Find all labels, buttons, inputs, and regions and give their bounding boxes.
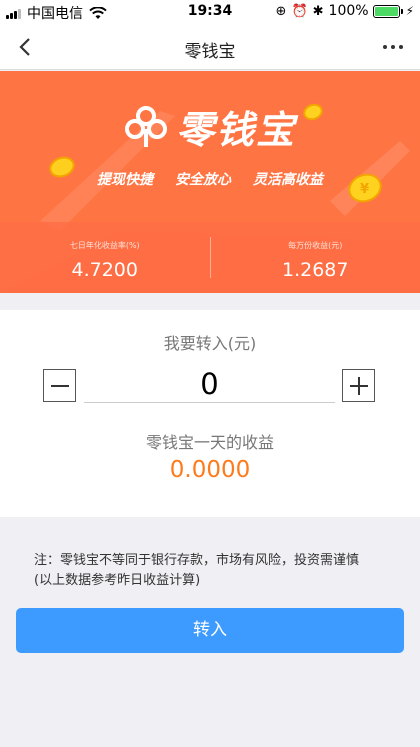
increase-button[interactable] <box>342 369 375 402</box>
bluetooth-icon: ✱ <box>312 3 324 19</box>
decrease-button[interactable] <box>43 369 76 402</box>
banner: 零钱宝 提现快捷 安全放心 灵活高收益 ¥ 七日年化收益率(%) 4.7200 … <box>0 71 420 293</box>
slogan-item: 提现快捷 <box>97 172 153 188</box>
slogan-item: 安全放心 <box>175 172 231 188</box>
stat-value: 4.7200 <box>71 259 138 281</box>
amount-input[interactable] <box>84 366 335 403</box>
notice-line: 注：零钱宝不等同于银行存款，市场有风险，投资需谨慎 <box>34 553 360 568</box>
orientation-lock-icon: ⊕ <box>275 3 287 19</box>
charging-icon: ⚡ <box>405 4 414 18</box>
transfer-in-button[interactable]: 转入 <box>16 608 404 653</box>
daily-earnings-label: 零钱宝一天的收益 <box>145 433 274 452</box>
status-bar: 中国电信 19:34 ⊕ ⏰ ✱ 100% ⚡ <box>0 0 420 24</box>
stat-label: 七日年化收益率(%) <box>69 241 140 250</box>
transfer-card: 我要转入(元) 零钱宝一天的收益 0.0000 <box>0 310 420 517</box>
slogan-item: 灵活高收益 <box>253 172 323 188</box>
more-button[interactable] <box>378 32 408 62</box>
risk-notice: 注：零钱宝不等同于银行存款，市场有风险，投资需谨慎 (以上数据参考昨日收益计算) <box>34 551 394 591</box>
battery-percent: 100% <box>328 3 369 19</box>
stat-seven-day-yield: 七日年化收益率(%) 4.7200 <box>0 222 210 293</box>
coin-icon: ¥ <box>348 173 382 203</box>
alarm-icon: ⏰ <box>291 3 308 19</box>
logo-clover-icon <box>124 105 167 147</box>
transfer-title: 我要转入(元) <box>163 334 257 353</box>
svg-text:¥: ¥ <box>360 182 369 197</box>
stat-per-ten-thousand: 每万份收益(元) 1.2687 <box>211 222 420 293</box>
status-right: ⊕ ⏰ ✱ 100% ⚡ <box>276 3 414 19</box>
stats-bar: 七日年化收益率(%) 4.7200 每万份收益(元) 1.2687 <box>0 222 420 293</box>
more-dots-icon <box>383 45 387 49</box>
daily-earnings-value: 0.0000 <box>169 457 251 483</box>
stat-label: 每万份收益(元) <box>288 241 343 250</box>
coin-icon <box>49 156 75 178</box>
stat-value: 1.2687 <box>282 259 349 281</box>
logo-row: 零钱宝 <box>0 99 420 154</box>
nav-bar: 零钱宝 <box>0 24 420 70</box>
page-title: 零钱宝 <box>184 42 236 62</box>
battery-icon <box>372 4 403 18</box>
logo-text: 零钱宝 <box>175 108 296 152</box>
coin-icon <box>303 103 323 121</box>
notice-line: (以上数据参考昨日收益计算) <box>34 573 201 588</box>
